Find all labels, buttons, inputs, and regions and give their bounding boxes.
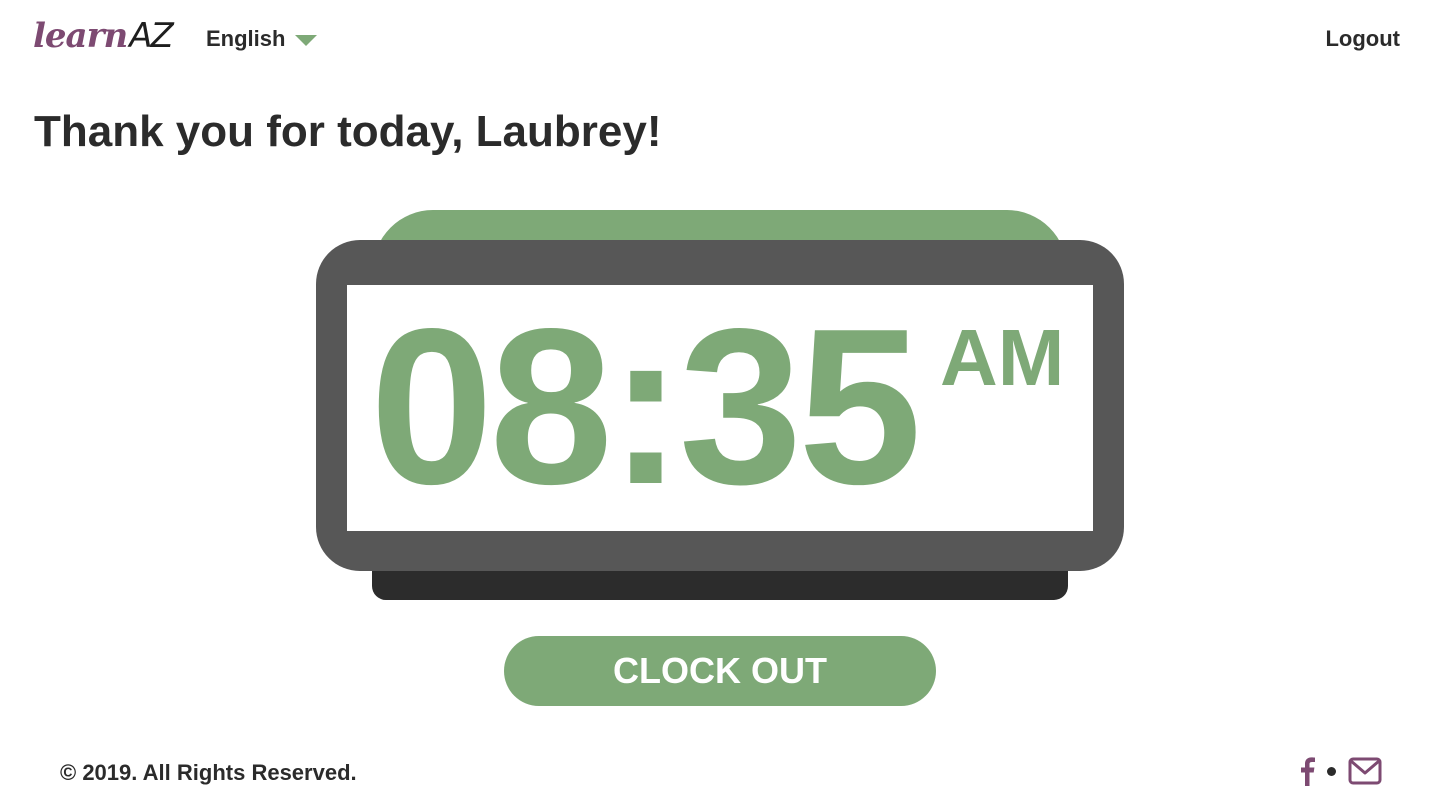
clock-time: 08:35 [370,283,922,531]
clock-ampm: AM [940,313,1065,402]
language-label: English [206,26,286,51]
social-links [1299,756,1382,786]
logo-learn-text: learn [33,16,128,56]
chevron-down-icon [295,34,318,46]
page-title: Thank you for today, Laubrey! [34,107,662,156]
copyright-text: © 2019. All Rights Reserved. [60,760,357,785]
page: learn AZ English Logout Thank you for to… [0,0,1440,809]
logout-link[interactable]: Logout [1325,26,1400,52]
logo[interactable]: learn AZ [33,16,174,56]
logo-az-text: AZ [129,16,174,56]
language-selector[interactable]: English [206,26,318,52]
facebook-icon[interactable] [1299,756,1315,786]
mail-icon[interactable] [1348,757,1382,785]
clock-out-button[interactable]: CLOCK OUT [504,636,936,706]
separator-dot [1327,766,1336,776]
